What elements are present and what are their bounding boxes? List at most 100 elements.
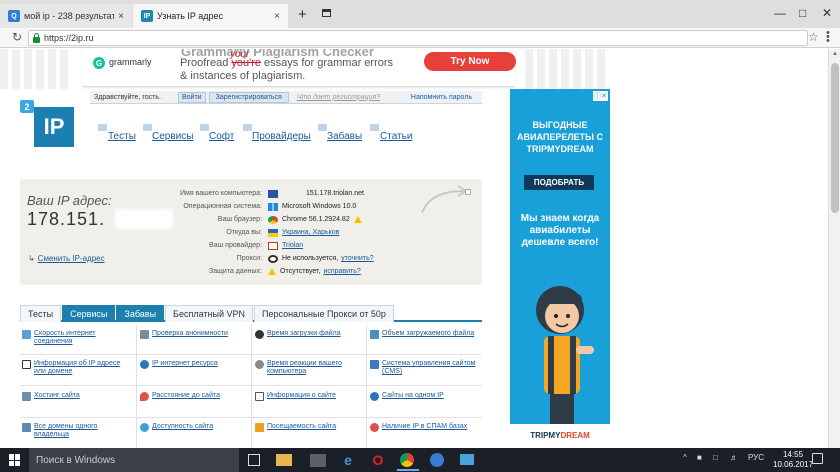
divider bbox=[251, 325, 252, 448]
service-site-info[interactable]: Информация о сайте bbox=[255, 392, 362, 401]
service-same-ip[interactable]: Сайты на одном IP bbox=[370, 392, 477, 401]
fix-link[interactable]: исправить? bbox=[323, 268, 360, 275]
divider bbox=[366, 325, 367, 448]
service-availability[interactable]: Доступность сайта bbox=[140, 423, 247, 432]
service-anonymity[interactable]: Проверка анонимности bbox=[140, 330, 247, 339]
taskbar-clock[interactable]: 14:55 10.06.2017 bbox=[773, 450, 813, 470]
clarify-link[interactable]: уточнить? bbox=[341, 255, 374, 262]
ad-info-icon[interactable]: ⓘ✕ bbox=[593, 91, 608, 101]
tab-tests[interactable]: Тесты bbox=[20, 305, 62, 322]
nav-articles[interactable]: Статьи bbox=[380, 131, 412, 142]
tab-proxies[interactable]: Персональные Прокси от 50р bbox=[254, 305, 394, 322]
tray-network-icon[interactable]: ■ bbox=[697, 453, 702, 462]
scrollbar-thumb[interactable] bbox=[831, 63, 839, 213]
service-hosting[interactable]: Хостинг сайта bbox=[22, 392, 129, 401]
edge-icon[interactable]: e bbox=[340, 452, 356, 468]
url-field[interactable]: https://2ip.ru bbox=[28, 30, 808, 46]
taskbar-search-field[interactable]: Поиск в Windows bbox=[29, 448, 239, 472]
nav-icon bbox=[318, 124, 327, 131]
store-icon[interactable] bbox=[310, 454, 326, 467]
url-text: https://2ip.ru bbox=[44, 33, 94, 43]
info-row-os: Операционная система: Microsoft Windows … bbox=[183, 202, 357, 211]
tripmydream-ad[interactable]: ⓘ✕ ВЫГОДНЫЕ АВИАПЕРЕЛЕТЫ С TRIPMYDREAM П… bbox=[510, 89, 610, 447]
change-ip-link[interactable]: Сменить IP-адрес bbox=[28, 254, 105, 263]
ad-brand: grammarly bbox=[109, 57, 152, 67]
task-view-icon[interactable] bbox=[248, 454, 260, 466]
tray-volume-icon[interactable]: ♬ bbox=[730, 453, 738, 462]
close-window-button[interactable]: ✕ bbox=[822, 6, 832, 20]
tray-chat-icon[interactable]: □ bbox=[713, 453, 718, 462]
try-now-button[interactable]: Try Now bbox=[424, 52, 516, 71]
service-ip-info[interactable]: Информация об IP адресе или домене bbox=[22, 360, 129, 376]
opera-icon[interactable]: O bbox=[370, 452, 386, 468]
tab-search-icon[interactable] bbox=[322, 9, 331, 17]
tray-chevron-icon[interactable]: ^ bbox=[683, 453, 687, 462]
new-tab-button[interactable]: + bbox=[298, 6, 307, 23]
chrome-taskbar-icon[interactable] bbox=[397, 453, 419, 471]
info-row-proxy: Прокси: Не используется, уточнить? bbox=[236, 254, 374, 263]
expand-icon[interactable] bbox=[465, 189, 471, 195]
nav-services[interactable]: Сервисы bbox=[152, 131, 193, 142]
service-file-size[interactable]: Объем загружаемого файла bbox=[370, 330, 477, 339]
service-spam[interactable]: Наличие IP в СПАМ базах bbox=[370, 423, 477, 432]
map-pin-icon bbox=[140, 392, 149, 401]
service-resource-ip[interactable]: IP интернет ресурса bbox=[140, 360, 247, 369]
service-traffic[interactable]: Посещаемость сайта bbox=[255, 423, 362, 432]
star-icon bbox=[255, 423, 264, 432]
reload-icon[interactable]: ↻ bbox=[12, 30, 22, 44]
tab-free-vpn[interactable]: Бесплатный VPN bbox=[165, 305, 253, 322]
tab-strip: Q мой ip - 238 результатов. Поис × IP Уз… bbox=[0, 0, 840, 28]
notifications-icon[interactable] bbox=[812, 453, 823, 464]
close-tab-icon[interactable]: × bbox=[118, 11, 124, 22]
service-speed[interactable]: Скорость интернет соединения bbox=[22, 330, 129, 346]
tab-fun[interactable]: Забавы bbox=[116, 305, 165, 322]
file-explorer-icon[interactable] bbox=[276, 454, 292, 466]
service-reaction-time[interactable]: Время реакции вашего компьютера bbox=[255, 360, 362, 376]
nav-fun[interactable]: Забавы bbox=[327, 131, 362, 142]
spam-icon bbox=[370, 423, 379, 432]
windows-start-icon[interactable] bbox=[9, 454, 21, 466]
tab-services[interactable]: Сервисы bbox=[62, 305, 116, 322]
browser-menu-icon[interactable]: • • • bbox=[826, 28, 830, 47]
nav-icon bbox=[143, 124, 152, 131]
service-cms[interactable]: Система управления сайтом (CMS) bbox=[370, 360, 477, 376]
nav-icon bbox=[98, 124, 107, 131]
logo-badge: 2 bbox=[20, 100, 34, 113]
nav-providers[interactable]: Провайдеры bbox=[252, 131, 311, 142]
ukraine-flag-icon bbox=[268, 228, 278, 237]
telegram-icon[interactable] bbox=[430, 453, 444, 467]
clock-icon bbox=[255, 330, 264, 339]
scroll-up-icon[interactable]: ▲ bbox=[832, 51, 838, 57]
register-button[interactable]: Зарегистрироваться bbox=[208, 91, 289, 103]
divider bbox=[136, 325, 137, 448]
info-row-location: Откуда вы: Украина, Харьков bbox=[226, 228, 340, 237]
maximize-button[interactable]: □ bbox=[799, 6, 806, 20]
tab-2ip[interactable]: IP Узнать IP адрес × bbox=[133, 4, 288, 28]
computer-icon bbox=[268, 189, 278, 198]
nav-icon bbox=[243, 124, 252, 131]
minimize-button[interactable]: — bbox=[774, 6, 786, 20]
nav-tests[interactable]: Тесты bbox=[108, 131, 136, 142]
globe-icon bbox=[370, 392, 379, 401]
page-scrollbar[interactable]: ▲ bbox=[828, 49, 840, 448]
tray-language[interactable]: РУС bbox=[748, 453, 764, 462]
service-tabs: Тесты Сервисы Забавы Бесплатный VPN Перс… bbox=[20, 305, 482, 322]
app-icon[interactable] bbox=[460, 454, 474, 465]
tab-search-results[interactable]: Q мой ip - 238 результатов. Поис × bbox=[0, 4, 132, 28]
close-tab-icon[interactable]: × bbox=[274, 11, 280, 22]
bookmark-star-icon[interactable]: ☆ bbox=[808, 30, 819, 44]
user-icon bbox=[22, 423, 31, 432]
address-bar: ↻ https://2ip.ru ☆ • • • bbox=[0, 28, 840, 48]
site-logo[interactable]: IP bbox=[34, 107, 74, 147]
ad-select-button[interactable]: ПОДОБРАТЬ bbox=[524, 175, 594, 190]
login-button[interactable]: Войти bbox=[178, 91, 206, 103]
service-distance[interactable]: Расстояние до сайта bbox=[140, 392, 247, 401]
service-all-domains[interactable]: Все домены одного владельца bbox=[22, 423, 129, 439]
nav-software[interactable]: Софт bbox=[209, 131, 234, 142]
grammarly-ad-banner[interactable]: G grammarly Grammarly Plagiarism Checker… bbox=[83, 49, 516, 87]
warning-icon bbox=[268, 268, 276, 275]
why-register-link[interactable]: Что дает регистрация? bbox=[297, 94, 380, 101]
remind-password-link[interactable]: Напомнить пароль bbox=[411, 94, 482, 101]
lock-icon bbox=[33, 32, 40, 43]
service-file-time[interactable]: Время загрузки файла bbox=[255, 330, 362, 339]
